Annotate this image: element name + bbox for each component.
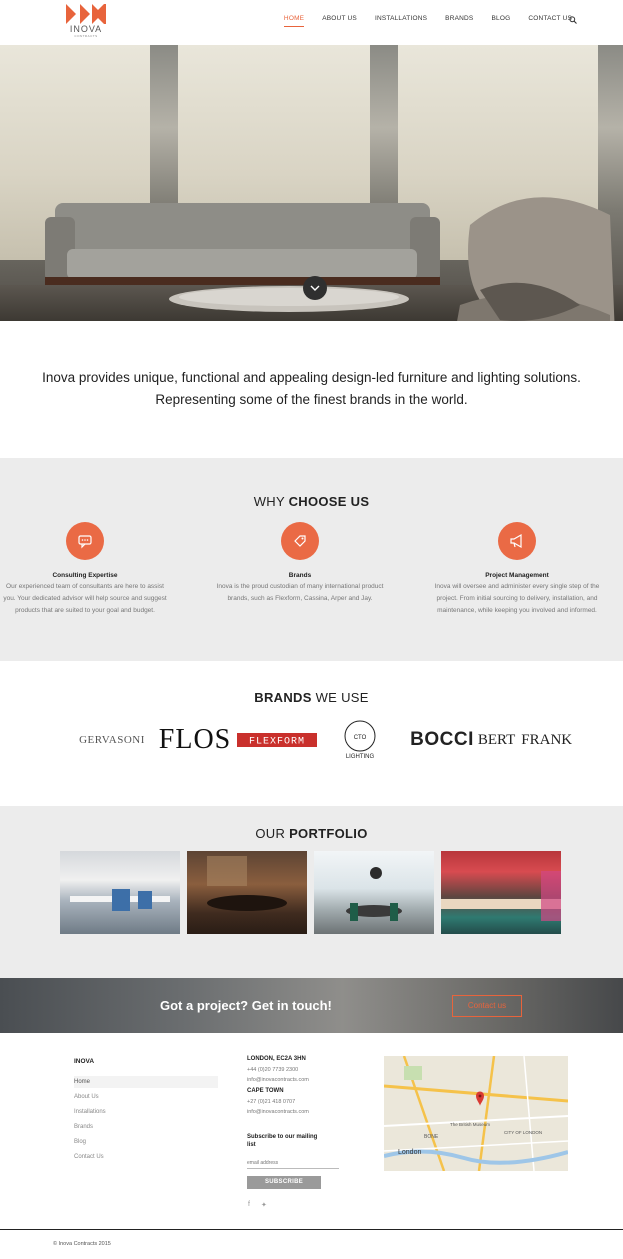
subscribe-title-line-1: Subscribe to our mailing xyxy=(247,1134,318,1140)
footer-heading: INOVA xyxy=(74,1058,95,1065)
sofa-image xyxy=(45,203,440,285)
frank-text: FRANK xyxy=(521,731,573,748)
footer-link-about-us[interactable]: About Us xyxy=(74,1091,218,1103)
chat-icon xyxy=(78,535,92,549)
feature-icon-circle xyxy=(281,522,319,560)
title-bold: CHOOSE US xyxy=(288,494,370,509)
capetown-phone[interactable]: +27 (0)21 418 0707 xyxy=(247,1099,295,1105)
site-footer: INOVA Home About Us Installations Brands… xyxy=(0,1033,623,1229)
brand-logo-bert-frank[interactable]: BERT FRANK xyxy=(478,722,572,758)
nav-installations[interactable]: INSTALLATIONS xyxy=(366,15,436,22)
footer-divider xyxy=(0,1229,623,1230)
site-logo[interactable]: INOVA CONTRACTS xyxy=(64,4,108,38)
portfolio-section: OUR PORTFOLIO xyxy=(0,806,623,978)
footer-link-blog[interactable]: Blog xyxy=(74,1136,218,1148)
feature-title: Brands xyxy=(288,572,312,579)
facebook-icon[interactable]: f xyxy=(248,1201,250,1208)
twitter-icon[interactable]: ✦ xyxy=(261,1201,267,1209)
title-plain: OUR xyxy=(255,826,290,841)
london-address: LONDON, EC2A 3HN xyxy=(247,1056,306,1062)
feature-icon-circle xyxy=(66,522,104,560)
cto-lighting-logo-icon: CTO LIGHTING xyxy=(344,720,376,760)
logo-mark-icon xyxy=(66,4,106,24)
portfolio-thumbnail[interactable] xyxy=(187,851,307,934)
capetown-address: CAPE TOWN xyxy=(247,1088,284,1094)
map-label: The British Museum xyxy=(450,1122,490,1127)
tag-icon xyxy=(294,535,306,547)
portfolio-title: OUR PORTFOLIO xyxy=(0,826,623,841)
capetown-email[interactable]: info@inovacontracts.com xyxy=(247,1109,309,1115)
title-plain: WHY xyxy=(253,494,289,509)
restaurant-photo xyxy=(207,856,287,911)
footer-link-contact-us[interactable]: Contact Us xyxy=(74,1151,218,1163)
footer-link-home[interactable]: Home xyxy=(74,1076,218,1088)
intro-line-2: Representing some of the finest brands i… xyxy=(155,392,468,407)
scroll-down-button[interactable] xyxy=(303,276,327,300)
brand-logo-flexform[interactable]: FLEXFORM xyxy=(237,722,317,758)
subscribe-title-line-2: list xyxy=(247,1142,256,1148)
office-photo xyxy=(70,889,170,911)
dining-room-photo xyxy=(346,867,402,921)
cta-text: Got a project? Get in touch! xyxy=(160,998,332,1013)
site-header: INOVA CONTRACTS HOME ABOUT US INSTALLATI… xyxy=(0,0,623,45)
copyright-text: © Inova Contracts 2015 xyxy=(53,1241,111,1247)
map-label: London xyxy=(398,1149,421,1156)
portfolio-thumbnail[interactable] xyxy=(441,851,561,934)
bar-photo xyxy=(441,871,561,921)
london-phone[interactable]: +44 (0)20 7739 2300 xyxy=(247,1067,298,1073)
nav-blog[interactable]: BLOG xyxy=(482,15,519,22)
coffee-table-image xyxy=(169,286,409,312)
logo-subtitle: CONTRACTS xyxy=(74,34,98,38)
main-nav: HOME ABOUT US INSTALLATIONS BRANDS BLOG … xyxy=(275,15,581,27)
title-bold: BRANDS xyxy=(254,690,312,705)
megaphone-icon xyxy=(510,533,522,549)
logo-wordmark: INOVA xyxy=(69,24,103,34)
feature-icon-circle xyxy=(498,522,536,560)
brand-logo-flos[interactable]: FLOS xyxy=(159,722,230,758)
chevron-down-icon xyxy=(310,285,320,291)
feature-project-management: Project Management Inova will oversee an… xyxy=(432,522,602,617)
feature-title: Consulting Expertise xyxy=(52,572,118,579)
feature-title: Project Management xyxy=(485,572,549,579)
intro-line-1: Inova provides unique, functional and ap… xyxy=(42,370,581,385)
brand-logo-cto-lighting[interactable]: CTO LIGHTING xyxy=(338,720,382,760)
feature-text: Our experienced team of consultants are … xyxy=(3,583,167,614)
email-input[interactable] xyxy=(247,1157,339,1169)
location-map[interactable]: BONE London The British Museum CITY OF L… xyxy=(384,1056,568,1171)
footer-link-brands[interactable]: Brands xyxy=(74,1121,218,1133)
map-label: BONE xyxy=(424,1134,439,1140)
feature-text: Inova is the proud custodian of many int… xyxy=(216,583,384,602)
nav-brands[interactable]: BRANDS xyxy=(436,15,482,22)
contact-us-button[interactable]: Contact us xyxy=(452,995,522,1017)
feature-consulting: Consulting Expertise Our experienced tea… xyxy=(0,522,170,617)
lounge-chair-image xyxy=(457,197,615,321)
flexform-logo-text: FLEXFORM xyxy=(249,737,305,748)
hero-banner xyxy=(0,45,623,321)
map-label: CITY OF LONDON xyxy=(504,1130,542,1135)
why-choose-us-section: WHY CHOOSE US Consulting Expertise Our e… xyxy=(0,458,623,661)
feature-text: Inova will oversee and administer every … xyxy=(434,583,600,614)
nav-home[interactable]: HOME xyxy=(275,15,313,27)
brand-logo-bocci[interactable]: BOCCI xyxy=(405,722,479,758)
cto-logo-text: CTO xyxy=(354,735,367,741)
search-icon[interactable] xyxy=(569,16,577,24)
cto-logo-subtext: LIGHTING xyxy=(346,754,375,760)
footer-link-installations[interactable]: Installations xyxy=(74,1106,218,1118)
bert-text: BERT xyxy=(477,731,516,748)
feature-brands: Brands Inova is the proud custodian of m… xyxy=(215,522,385,605)
why-choose-us-title: WHY CHOOSE US xyxy=(0,494,623,509)
nav-about-us[interactable]: ABOUT US xyxy=(313,15,366,22)
title-plain: WE USE xyxy=(311,690,369,705)
flexform-logo-icon: FLEXFORM xyxy=(237,733,317,747)
contact-banner: Got a project? Get in touch! Contact us xyxy=(0,978,623,1033)
portfolio-thumbnail[interactable] xyxy=(60,851,180,934)
subscribe-button[interactable]: SUBSCRIBE xyxy=(247,1176,321,1189)
map-graphic: BONE London The British Museum CITY OF L… xyxy=(384,1056,568,1171)
london-email[interactable]: info@inovacontracts.com xyxy=(247,1077,309,1083)
portfolio-thumbnail[interactable] xyxy=(314,851,434,934)
title-bold: PORTFOLIO xyxy=(289,826,368,841)
brands-title: BRANDS WE USE xyxy=(0,690,623,705)
intro-text: Inova provides unique, functional and ap… xyxy=(0,367,623,411)
brand-logo-gervasoni[interactable]: GERVASONI xyxy=(76,722,148,758)
